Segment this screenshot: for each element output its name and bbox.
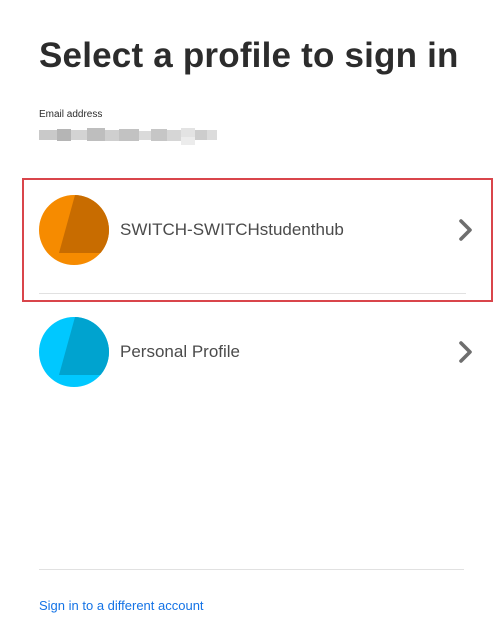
profile-row-switch[interactable]: SWITCH-SWITCHstudenthub bbox=[22, 178, 493, 302]
profile-row-personal[interactable]: Personal Profile bbox=[24, 302, 491, 422]
chevron-right-icon bbox=[459, 219, 472, 241]
adobe-profile-orange-icon bbox=[39, 195, 109, 265]
adobe-profile-blue-icon bbox=[39, 317, 109, 387]
profile-picker-page: Select a profile to sign in Email addres… bbox=[0, 0, 499, 631]
chevron-right-icon bbox=[459, 341, 472, 363]
profile-name: SWITCH-SWITCHstudenthub bbox=[120, 220, 344, 239]
row-divider bbox=[39, 293, 466, 294]
profile-name: Personal Profile bbox=[120, 342, 241, 361]
email-label: Email address bbox=[39, 109, 103, 120]
sign-in-different-account-link[interactable]: Sign in to a different account bbox=[39, 598, 204, 613]
footer-divider bbox=[39, 569, 464, 570]
email-value-blurred bbox=[39, 126, 217, 148]
page-title: Select a profile to sign in bbox=[39, 36, 459, 75]
